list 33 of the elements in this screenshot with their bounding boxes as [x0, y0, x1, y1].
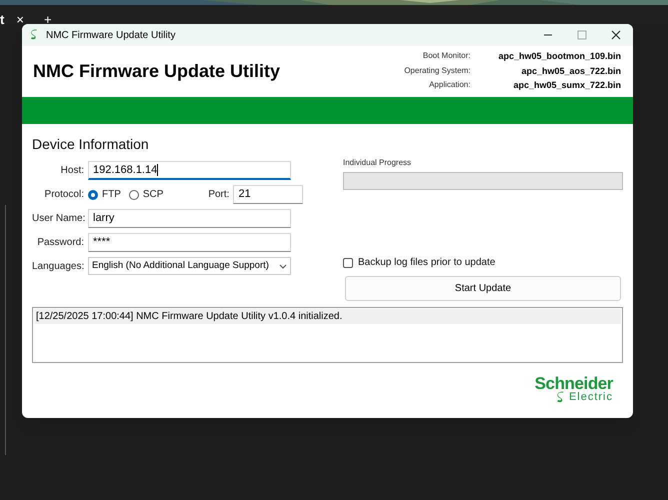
radio-option[interactable]: SCP	[128, 187, 164, 202]
app-heading: NMC Firmware Update Utility	[33, 60, 280, 83]
password-field[interactable]: ****	[88, 233, 291, 252]
field-label: Protocol:	[44, 188, 84, 202]
host-field[interactable]: 192.168.1.14	[88, 161, 291, 180]
field-label: Password:	[36, 236, 84, 250]
port-field[interactable]: 21	[233, 185, 304, 204]
tab-close-button[interactable]: ×	[16, 10, 24, 30]
app-icon	[28, 29, 40, 41]
field-label: User Name:	[32, 212, 84, 226]
username-field[interactable]: larry	[88, 209, 291, 228]
logo-wordmark: Schneider	[534, 375, 613, 392]
field-label: Port:	[207, 188, 230, 202]
window-title: NMC Firmware Update Utility	[46, 28, 176, 42]
backup-checkbox[interactable]: Backup log files prior to update	[343, 255, 623, 270]
log-entry[interactable]: [12/25/2025 17:00:44] NMC Firmware Update Utility v1.0.4 initialized.	[34, 309, 621, 324]
start-update-button[interactable]: Start Update	[345, 276, 621, 301]
field-label: Languages:	[32, 260, 84, 274]
tab-label[interactable]: t	[0, 10, 4, 30]
file-label: Boot Monitor:	[422, 50, 470, 62]
radio-option[interactable]: FTP	[88, 187, 121, 202]
file-name: apc_hw05_aos_722.bin	[520, 64, 621, 78]
file-label: Operating System:	[404, 64, 470, 77]
file-label: Application:	[428, 79, 470, 92]
field-label: Host:	[60, 164, 84, 178]
chevron-down-icon	[279, 264, 287, 268]
language-dropdown[interactable]: English (No Additional Language Support)	[88, 257, 291, 275]
file-name: apc_hw05_sumx_722.bin	[512, 79, 621, 92]
logo-subtitle: Electric	[568, 392, 613, 403]
file-name: apc_hw05_bootmon_109.bin	[498, 50, 621, 64]
close-icon[interactable]	[611, 30, 621, 40]
progress-label: Individual Progress	[343, 157, 412, 169]
section-heading: Device Information	[32, 135, 150, 154]
